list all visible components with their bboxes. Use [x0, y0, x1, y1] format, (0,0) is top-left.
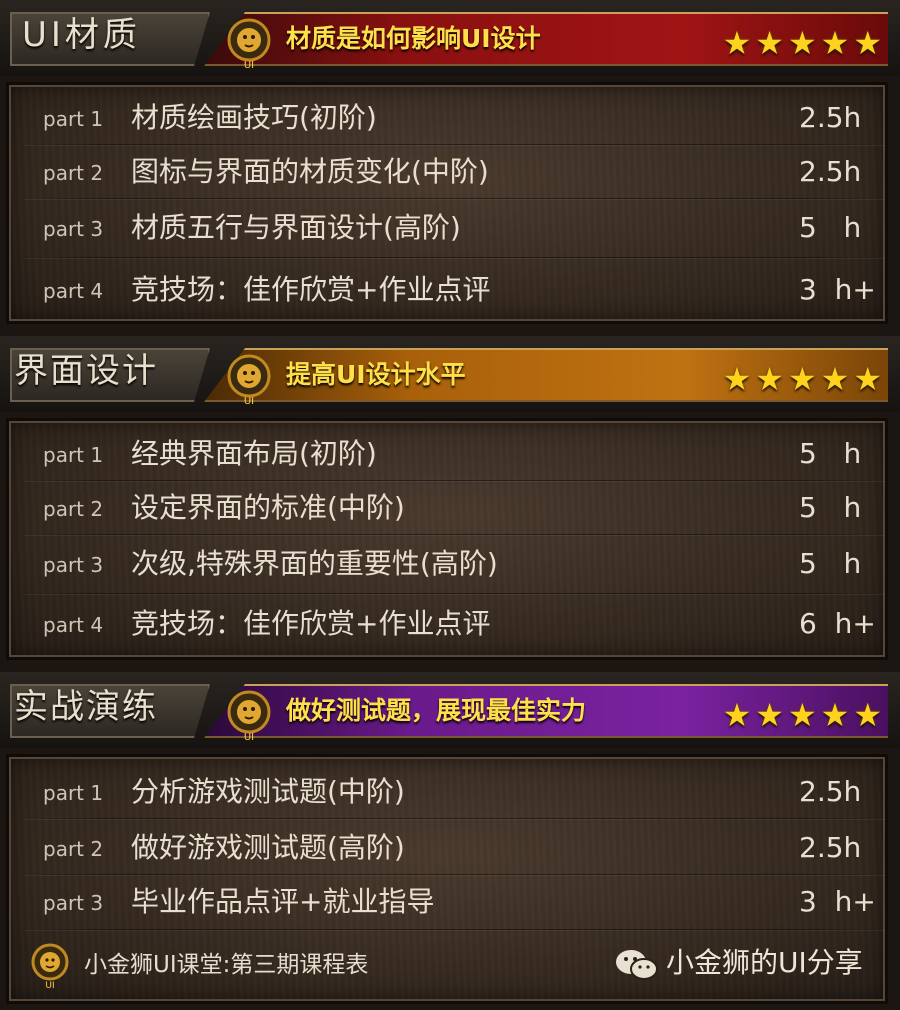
banner-title: 材质是如何影响UI设计 [286, 24, 541, 53]
course-row: part 1 分析游戏测试题(中阶) 2.5h [29, 773, 879, 813]
banner-title: 做好测试题，展现最佳实力 [286, 696, 587, 725]
part-label: part 2 [43, 497, 104, 521]
svg-text:UI: UI [244, 60, 254, 70]
course-hours: 3 h+ [799, 273, 876, 306]
section-ui-material: UI材质 UI 材质是如何影响UI设计 ★ ★ ★ ★ ★ part 1 材质绘… [0, 0, 900, 330]
course-row: part 2 做好游戏测试题(高阶) 2.5h [29, 829, 879, 869]
svg-text:UI: UI [244, 396, 254, 406]
row-divider [25, 818, 885, 819]
lion-logo-icon: UI [31, 943, 69, 990]
course-row: part 4 竞技场：佳作欣赏+作业点评 6 h+ [29, 605, 879, 645]
part-label: part 2 [43, 161, 104, 185]
part-label: part 1 [43, 107, 104, 131]
course-hours: 3 h+ [799, 885, 876, 918]
course-title: 毕业作品点评+就业指导 [131, 885, 435, 918]
course-row: part 2 设定界面的标准(中阶) 5 h [29, 489, 879, 529]
row-divider [25, 198, 885, 199]
star-icon: ★ [722, 24, 752, 62]
course-title: 做好游戏测试题(高阶) [131, 831, 405, 864]
wechat-icon [616, 950, 658, 980]
part-label: part 3 [43, 891, 104, 915]
course-title: 竞技场：佳作欣赏+作业点评 [131, 607, 491, 640]
star-icon: ★ [722, 696, 752, 734]
row-divider [25, 593, 885, 594]
course-title: 次级,特殊界面的重要性(高阶) [131, 547, 498, 580]
course-hours: 5 h [799, 491, 862, 524]
section-interface-design: 界面设计 UI 提高UI设计水平 ★ ★ ★ ★ ★ part 1 经典界面布局… [0, 336, 900, 666]
star-icon: ★ [722, 360, 752, 398]
star-icon: ★ [820, 696, 850, 734]
svg-text:UI: UI [244, 732, 254, 742]
star-icon: ★ [787, 24, 817, 62]
row-divider [25, 480, 885, 481]
rating-stars: ★ ★ ★ ★ ★ [723, 698, 882, 732]
course-row: part 1 经典界面布局(初阶) 5 h [29, 435, 879, 475]
part-label: part 1 [43, 443, 104, 467]
star-icon: ★ [755, 360, 784, 398]
star-icon: ★ [820, 24, 850, 62]
star-icon: ★ [853, 696, 882, 734]
star-icon: ★ [787, 360, 817, 398]
course-hours: 2.5h [799, 775, 862, 808]
row-divider [25, 257, 885, 258]
part-label: part 2 [43, 837, 104, 861]
course-hours: 5 h [799, 547, 862, 580]
course-title: 竞技场：佳作欣赏+作业点评 [131, 273, 491, 306]
row-divider [25, 144, 885, 145]
section-tab-label: 实战演练 [14, 687, 158, 727]
row-divider [25, 929, 885, 930]
course-panel: part 1 经典界面布局(初阶) 5 h part 2 设定界面的标准(中阶)… [6, 418, 888, 660]
star-icon: ★ [853, 360, 882, 398]
part-label: part 4 [43, 613, 104, 637]
course-title: 图标与界面的材质变化(中阶) [131, 155, 489, 188]
course-row: part 3 毕业作品点评+就业指导 3 h+ [29, 883, 879, 923]
course-title: 材质绘画技巧(初阶) [131, 101, 377, 134]
lion-logo-icon: UI [227, 18, 271, 70]
banner-title: 提高UI设计水平 [286, 360, 466, 389]
footer-caption: 小金狮UI课堂:第三期课程表 [84, 952, 369, 978]
star-icon: ★ [820, 360, 850, 398]
course-hours: 2.5h [799, 155, 862, 188]
star-icon: ★ [755, 696, 784, 734]
rating-stars: ★ ★ ★ ★ ★ [723, 362, 882, 396]
course-row: part 3 次级,特殊界面的重要性(高阶) 5 h [29, 545, 879, 585]
part-label: part 3 [43, 217, 104, 241]
star-icon: ★ [853, 24, 882, 62]
course-row: part 4 竞技场：佳作欣赏+作业点评 3 h+ [29, 271, 879, 311]
rating-stars: ★ ★ ★ ★ ★ [723, 26, 882, 60]
svg-text:UI: UI [45, 981, 54, 990]
course-hours: 5 h [799, 437, 862, 470]
course-hours: 2.5h [799, 831, 862, 864]
lion-logo-icon: UI [227, 354, 271, 406]
course-title: 分析游戏测试题(中阶) [131, 775, 405, 808]
course-hours: 2.5h [799, 101, 862, 134]
course-title: 设定界面的标准(中阶) [131, 491, 405, 524]
course-row: part 1 材质绘画技巧(初阶) 2.5h [29, 99, 879, 139]
section-tab-label: 界面设计 [14, 351, 158, 391]
course-title: 材质五行与界面设计(高阶) [131, 211, 461, 244]
footer-brand: 小金狮的UI分享 [666, 946, 863, 979]
row-divider [25, 874, 885, 875]
part-label: part 3 [43, 553, 104, 577]
course-title: 经典界面布局(初阶) [131, 437, 377, 470]
part-label: part 1 [43, 781, 104, 805]
course-row: part 3 材质五行与界面设计(高阶) 5 h [29, 209, 879, 249]
lion-logo-icon: UI [227, 690, 271, 742]
star-icon: ★ [755, 24, 784, 62]
star-icon: ★ [787, 696, 817, 734]
course-hours: 5 h [799, 211, 862, 244]
course-panel: part 1 材质绘画技巧(初阶) 2.5h part 2 图标与界面的材质变化… [6, 82, 888, 324]
course-hours: 6 h+ [799, 607, 876, 640]
row-divider [25, 534, 885, 535]
course-row: part 2 图标与界面的材质变化(中阶) 2.5h [29, 153, 879, 193]
part-label: part 4 [43, 279, 104, 303]
section-tab-label: UI材质 [22, 15, 141, 55]
